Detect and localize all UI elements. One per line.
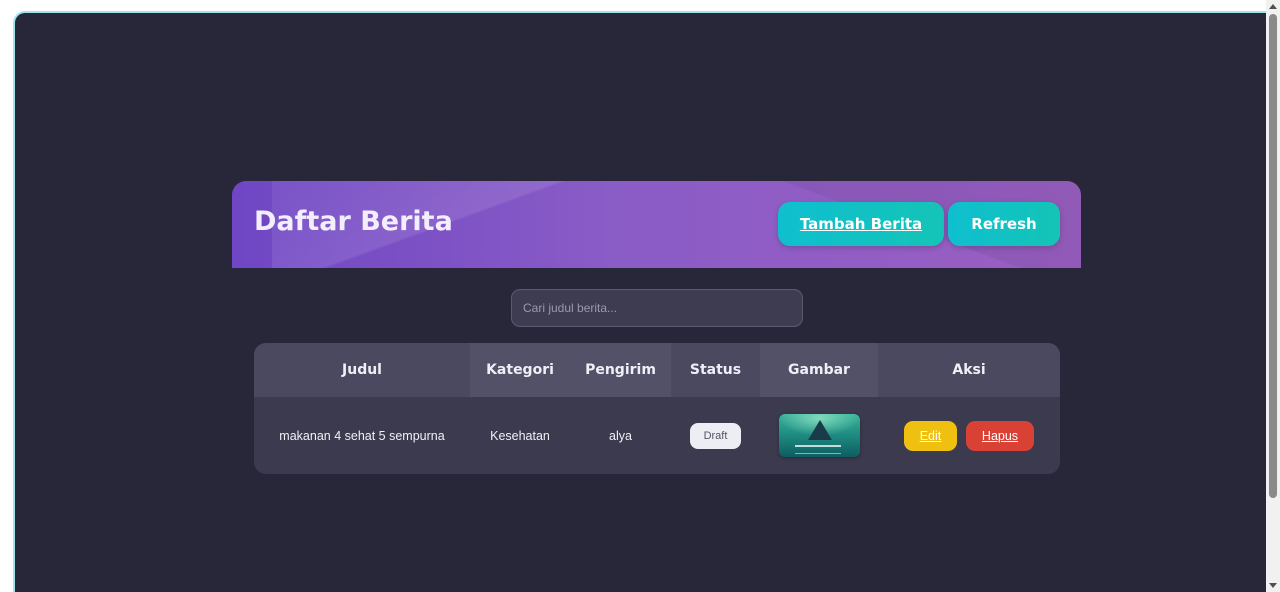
- edit-button[interactable]: Edit: [904, 420, 957, 451]
- page-title: Daftar Berita: [254, 206, 453, 237]
- column-header-pengirim: Pengirim: [570, 343, 671, 397]
- thumbnail-caption: [794, 445, 841, 454]
- add-news-button[interactable]: Tambah Berita: [778, 202, 944, 246]
- scroll-down-icon[interactable]: [1269, 583, 1277, 588]
- column-header-gambar: Gambar: [760, 343, 878, 397]
- news-table-card: Judul Kategori Pengirim Status Gambar Ak…: [254, 343, 1060, 474]
- news-header: Daftar Berita Tambah Berita Refresh: [232, 181, 1081, 268]
- delete-button[interactable]: Hapus: [966, 420, 1034, 451]
- refresh-button[interactable]: Refresh: [948, 202, 1060, 246]
- column-header-status: Status: [671, 343, 760, 397]
- thumbnail-pyramid: [807, 420, 832, 440]
- cell-judul: makanan 4 sehat 5 sempurna: [279, 428, 445, 443]
- cell-aksi: Edit Hapus: [878, 397, 1060, 474]
- news-table: Judul Kategori Pengirim Status Gambar Ak…: [254, 343, 1060, 474]
- column-header-kategori: Kategori: [470, 343, 570, 397]
- scroll-up-icon[interactable]: [1269, 4, 1277, 9]
- vertical-scrollbar[interactable]: [1266, 0, 1280, 592]
- table-row: makanan 4 sehat 5 sempurna Kesehatan aly…: [254, 397, 1060, 474]
- cell-kategori: Kesehatan: [490, 428, 550, 443]
- news-thumbnail-image: [778, 414, 860, 457]
- scroll-thumb[interactable]: [1269, 14, 1277, 498]
- cell-pengirim: alya: [609, 428, 632, 443]
- cell-gambar: [760, 397, 878, 474]
- table-header-row: Judul Kategori Pengirim Status Gambar Ak…: [254, 343, 1060, 397]
- column-header-aksi: Aksi: [878, 343, 1060, 397]
- search-input[interactable]: [511, 289, 803, 327]
- cell-status: Draft: [671, 397, 760, 474]
- column-header-judul: Judul: [254, 343, 470, 397]
- status-badge: Draft: [690, 422, 741, 449]
